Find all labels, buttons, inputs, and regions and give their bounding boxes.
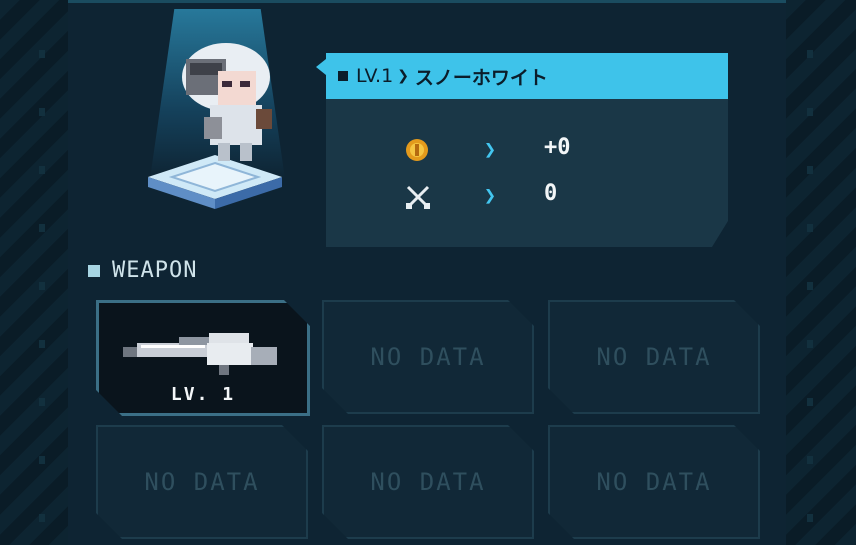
weapon-slot-1[interactable]: LV. 1 [96,300,310,416]
arrow-right-icon: ❯ [484,183,497,207]
empty-slot-label: NO DATA [596,343,712,371]
card-tab [316,59,326,75]
weapon-slot-3[interactable]: NO DATA [548,300,760,414]
chevron-right-icon: ❯ [397,68,409,84]
character-header: LV.1 ❯ スノーホワイト [326,53,728,99]
empty-slot-label: NO DATA [596,468,712,496]
left-gutter [0,0,70,545]
arrow-right-icon: ❯ [484,137,497,161]
coin-icon [404,137,430,163]
crossed-swords-icon [404,183,432,211]
weapon-slot-6[interactable]: NO DATA [548,425,760,539]
character-panel: LV.1 ❯ スノーホワイト ❯ +0 ❯ 0 WEAPON LV. 1 NO … [68,0,786,545]
stat-value-coin: +0 [544,135,571,160]
right-gutter [784,0,856,545]
weapon-title-label: WEAPON [112,258,198,283]
weapon-slot-2[interactable]: NO DATA [322,300,534,414]
empty-slot-label: NO DATA [370,468,486,496]
character-info-card: LV.1 ❯ スノーホワイト ❯ +0 ❯ 0 [326,53,728,247]
weapon-section-title: WEAPON [88,258,197,283]
section-square-icon [88,264,100,277]
header-square-icon [338,71,348,81]
stat-value-attack: 0 [544,181,558,206]
character-level: LV.1 [356,65,394,87]
character-name: スノーホワイト [414,66,548,89]
empty-slot-label: NO DATA [370,343,486,371]
weapon-slot-5[interactable]: NO DATA [322,425,534,539]
rifle-icon [119,323,285,375]
empty-slot-label: NO DATA [144,468,260,496]
character-sprite-icon [182,43,272,161]
weapon-level: LV. 1 [170,384,236,405]
weapon-slot-4[interactable]: NO DATA [96,425,308,539]
